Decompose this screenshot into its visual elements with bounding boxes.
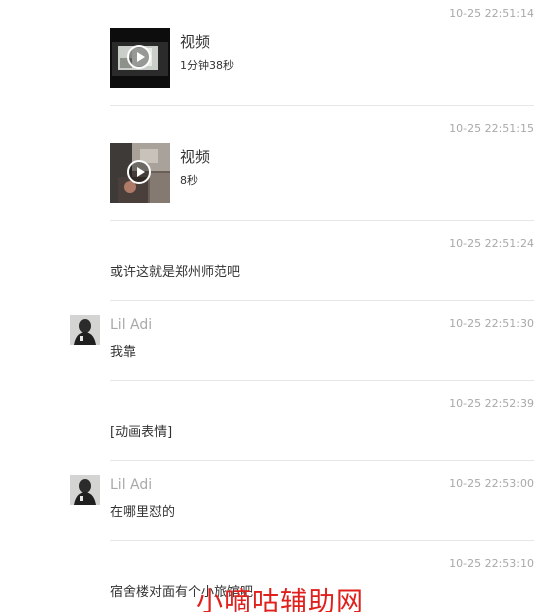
message-text: 或许这就是郑州师范吧	[110, 265, 241, 280]
play-icon[interactable]	[127, 45, 151, 69]
message-timestamp: 10-25 22:51:30	[449, 317, 534, 330]
message-timestamp: 10-25 22:51:24	[449, 237, 534, 250]
video-title: 视频	[180, 33, 211, 51]
message-timestamp: 10-25 22:51:15	[449, 122, 534, 135]
chat-history-page: 10-25 22:51:14 视频 1分钟38秒 10-25 22:51:15	[0, 0, 558, 612]
video-title: 视频	[180, 148, 211, 166]
message-item: 10-25 22:51:15 视频 8秒	[0, 106, 558, 221]
message-timestamp: 10-25 22:53:00	[449, 477, 534, 490]
message-item: 10-25 22:53:00 Lil Adi 在哪里怼的	[0, 461, 558, 541]
avatar[interactable]	[70, 475, 100, 505]
video-duration: 1分钟38秒	[180, 59, 234, 72]
video-thumbnail[interactable]	[110, 143, 170, 203]
sender-name: Lil Adi	[110, 477, 153, 493]
message-item: 10-25 22:51:24 或许这就是郑州师范吧	[0, 221, 558, 301]
video-thumbnail[interactable]	[110, 28, 170, 88]
watermark-text: 小嘀咕辅助网	[196, 587, 364, 612]
message-timestamp: 10-25 22:53:10	[449, 557, 534, 570]
video-duration: 8秒	[180, 174, 198, 187]
message-item: 10-25 22:51:30 Lil Adi 我靠	[0, 301, 558, 381]
message-text: 我靠	[110, 345, 137, 360]
avatar-image	[70, 315, 100, 345]
message-timestamp: 10-25 22:52:39	[449, 397, 534, 410]
message-item: 10-25 22:51:14 视频 1分钟38秒	[0, 0, 558, 106]
sender-name: Lil Adi	[110, 317, 153, 333]
message-text: 在哪里怼的	[110, 505, 176, 520]
play-icon[interactable]	[127, 160, 151, 184]
message-timestamp: 10-25 22:51:14	[449, 7, 534, 20]
avatar-image	[70, 475, 100, 505]
avatar[interactable]	[70, 315, 100, 345]
message-text: [动画表情]	[110, 425, 173, 440]
message-item: 10-25 22:52:39 [动画表情]	[0, 381, 558, 461]
